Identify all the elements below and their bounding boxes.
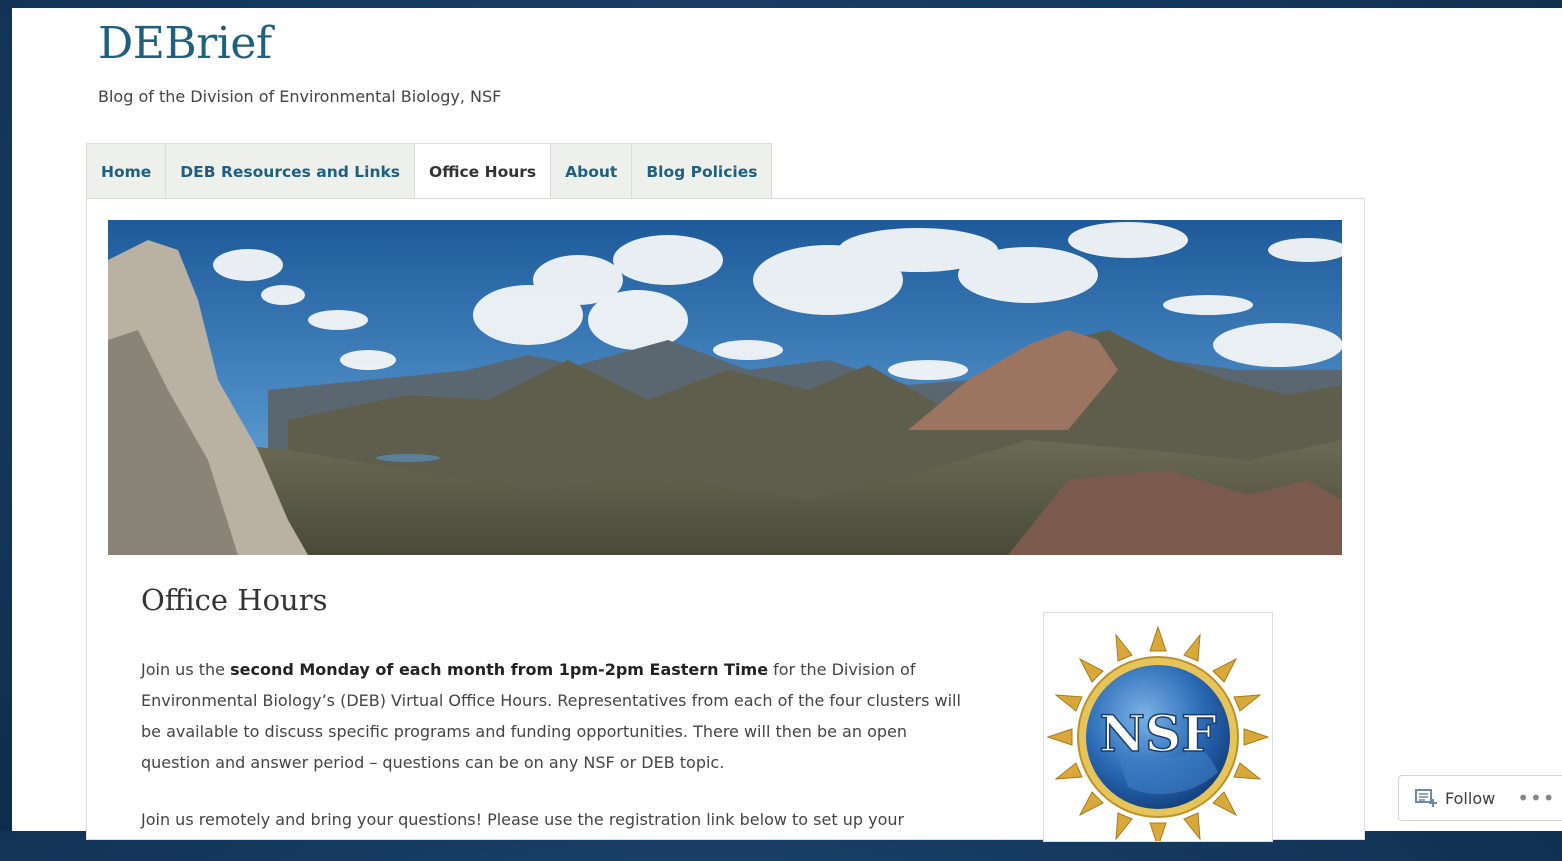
intro-schedule: second Monday of each month from 1pm-2pm… (230, 660, 769, 679)
nav-office-hours[interactable]: Office Hours (415, 144, 552, 200)
main-nav: Home DEB Resources and Links Office Hour… (86, 143, 773, 200)
intro-paragraph: Join us the second Monday of each month … (141, 654, 971, 778)
follow-button[interactable]: Follow (1399, 788, 1495, 808)
nav-home[interactable]: Home (87, 144, 167, 199)
nsf-logo-graphic: NSF (1046, 625, 1270, 849)
nav-deb-resources[interactable]: DEB Resources and Links (166, 144, 416, 199)
page-title: Office Hours (141, 583, 328, 617)
nsf-logo-text: NSF (1099, 704, 1216, 763)
header-image (108, 220, 1342, 555)
follow-bar: Follow ••• (1398, 775, 1562, 821)
follow-label: Follow (1445, 788, 1496, 808)
nav-about[interactable]: About (551, 144, 633, 199)
intro-prefix: Join us the (141, 660, 231, 679)
site-title[interactable]: DEBrief (98, 18, 272, 69)
entry-content: Join us the second Monday of each month … (141, 654, 971, 861)
reader-follow-icon (1415, 789, 1437, 807)
site-description: Blog of the Division of Environmental Bi… (98, 87, 502, 106)
nsf-logo[interactable]: NSF (1043, 612, 1273, 849)
more-actions-button[interactable]: ••• (1517, 788, 1555, 808)
registration-paragraph: Join us remotely and bring your question… (141, 810, 905, 829)
nav-blog-policies[interactable]: Blog Policies (632, 144, 771, 199)
